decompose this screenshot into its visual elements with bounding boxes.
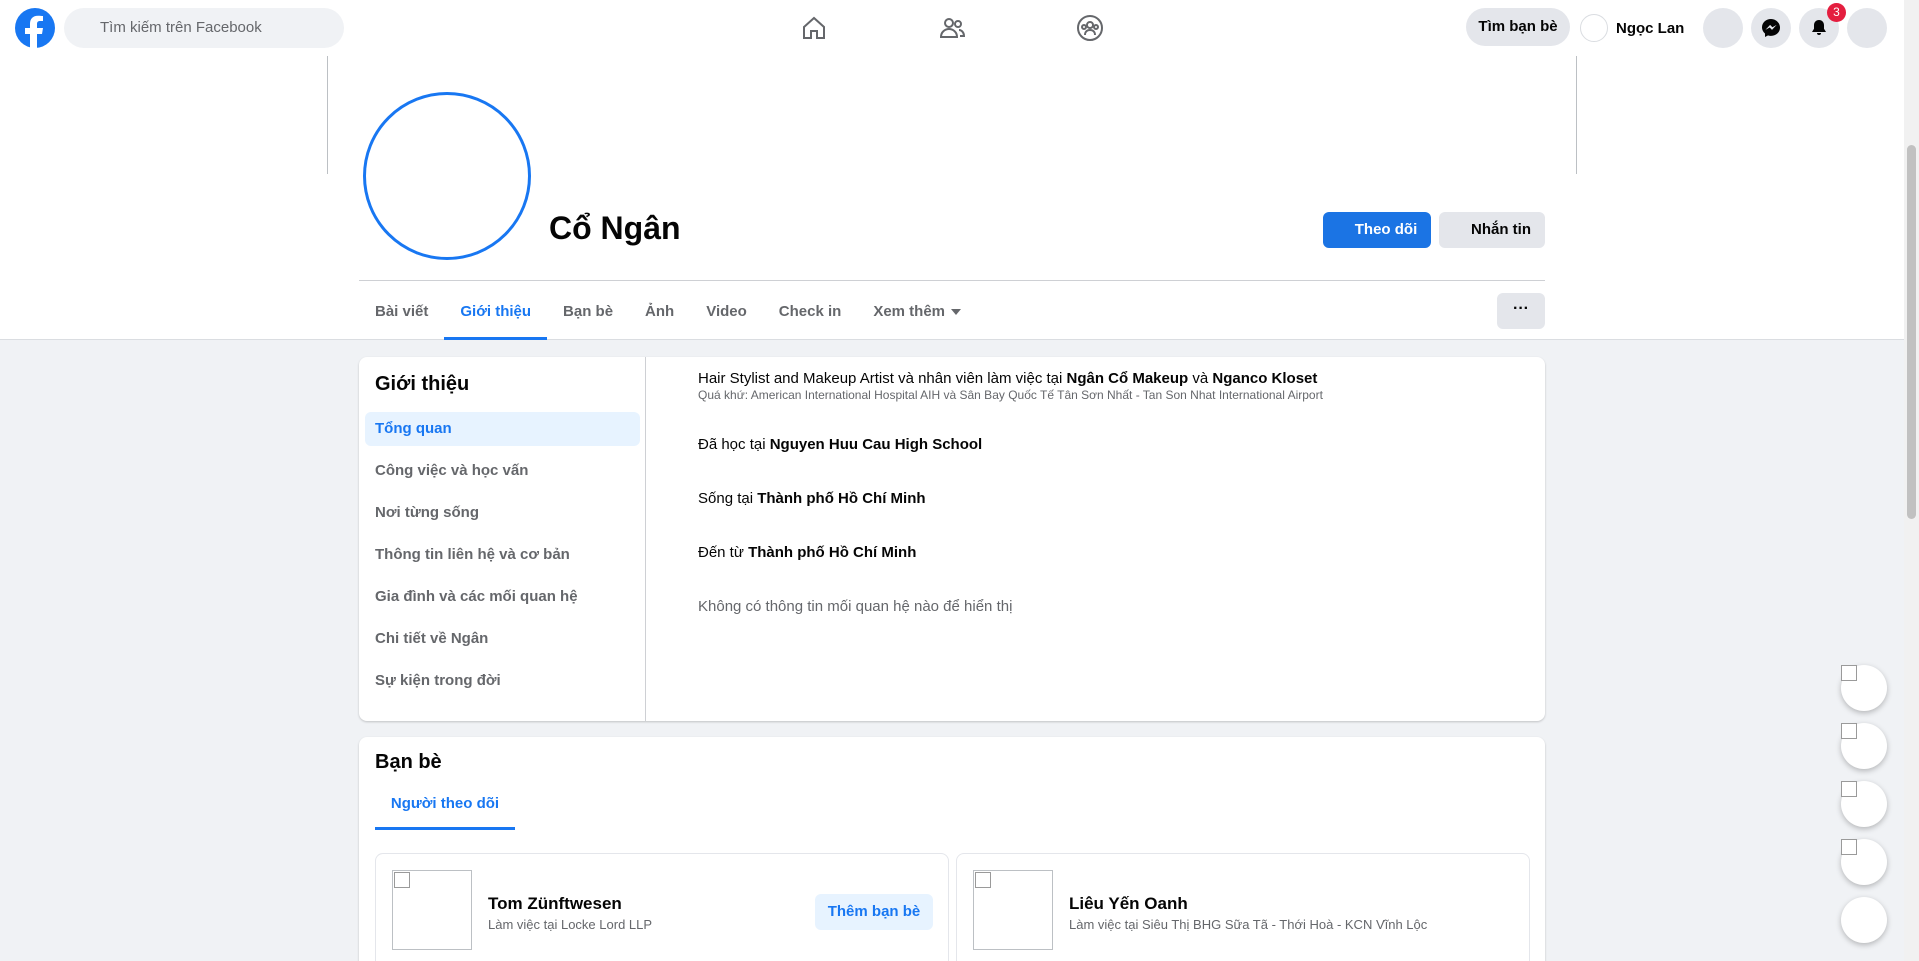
from-prefix: Đến từ (698, 544, 749, 561)
about-sidebar: Giới thiệu Tổng quan Công việc và học vấ… (359, 357, 646, 721)
broken-image-icon (1841, 781, 1857, 797)
user-name: Ngọc Lan (1616, 19, 1685, 37)
avatar (1580, 14, 1608, 42)
about-title: Giới thiệu (375, 373, 470, 395)
hometown-info: Đến từ Thành phố Hồ Chí Minh (698, 544, 916, 561)
tab-checkins[interactable]: Check in (763, 290, 858, 340)
friend-subtitle: Làm việc tại Siêu Thị BHG Sữa Tã - Thới … (1069, 917, 1428, 932)
work-prefix: Hair Stylist and Makeup Artist và nhân v… (698, 370, 1067, 387)
friend-card[interactable]: Liêu Yến Oanh Làm việc tại Siêu Thị BHG … (956, 853, 1530, 961)
tab-posts[interactable]: Bài viết (359, 290, 444, 340)
chat-head[interactable] (1841, 723, 1887, 769)
work-joiner: và (1188, 370, 1213, 387)
friend-subtitle: Làm việc tại Locke Lord LLP (488, 917, 653, 932)
add-friend-button[interactable]: Thêm bạn bè (815, 894, 933, 930)
caret-down-icon (951, 309, 962, 316)
broken-image-icon (394, 872, 410, 888)
scrollbar-thumb[interactable] (1907, 145, 1916, 519)
broken-image-icon (1841, 723, 1857, 739)
employer-link[interactable]: Ngân Cổ Makeup (1067, 370, 1189, 387)
tab-more[interactable]: Xem thêm (857, 290, 977, 340)
friends-icon[interactable] (934, 10, 970, 46)
city-link[interactable]: Thành phố Hồ Chí Minh (757, 490, 925, 507)
new-message-button[interactable] (1841, 897, 1887, 943)
tab-videos[interactable]: Video (690, 290, 763, 340)
home-icon[interactable] (796, 10, 832, 46)
current-city-info: Sống tại Thành phố Hồ Chí Minh (698, 490, 926, 507)
friend-name[interactable]: Liêu Yến Oanh (1069, 894, 1188, 914)
hometown-link[interactable]: Thành phố Hồ Chí Minh (748, 544, 916, 561)
about-nav-details[interactable]: Chi tiết về Ngân (365, 622, 640, 656)
message-button[interactable]: Nhắn tin (1439, 212, 1545, 248)
tab-friends[interactable]: Bạn bè (547, 290, 629, 340)
friend-card[interactable]: Tom Zünftwesen Làm việc tại Locke Lord L… (375, 853, 949, 961)
tab-followers[interactable]: Người theo dõi (375, 780, 515, 830)
friends-card: Bạn bè Người theo dõi Tom Zünftwesen Làm… (359, 737, 1545, 961)
cover-border (327, 56, 328, 174)
about-nav-work-education[interactable]: Công việc và học vấn (365, 454, 640, 488)
education-prefix: Đã học tại (698, 436, 770, 453)
chat-head[interactable] (1841, 665, 1887, 711)
menu-icon[interactable] (1703, 8, 1743, 48)
notification-badge: 3 (1827, 3, 1846, 22)
friend-name[interactable]: Tom Zünftwesen (488, 894, 622, 914)
profile-name: Cổ Ngân (549, 210, 681, 246)
relationship-empty: Không có thông tin mối quan hệ nào để hi… (698, 598, 1013, 615)
chat-head[interactable] (1841, 781, 1887, 827)
about-nav-family[interactable]: Gia đình và các mối quan hệ (365, 580, 640, 614)
top-navigation-bar: Tìm kiếm trên Facebook Tìm bạn bè Ngọc L… (0, 0, 1904, 56)
chat-head[interactable] (1841, 839, 1887, 885)
account-icon[interactable] (1847, 8, 1887, 48)
broken-image-icon (1841, 665, 1857, 681)
divider (359, 280, 1545, 281)
messenger-icon[interactable] (1751, 8, 1791, 48)
follow-button[interactable]: Theo dõi (1323, 212, 1431, 248)
groups-icon[interactable] (1072, 10, 1108, 46)
facebook-logo-icon[interactable] (15, 8, 55, 48)
tab-photos[interactable]: Ảnh (629, 290, 690, 340)
more-options-button[interactable]: ··· (1497, 293, 1545, 329)
tab-about[interactable]: Giới thiệu (444, 290, 547, 340)
about-nav-overview[interactable]: Tổng quan (365, 412, 640, 446)
cover-border (1576, 56, 1577, 174)
friends-title: Bạn bè (375, 751, 442, 773)
find-friends-button[interactable]: Tìm bạn bè (1466, 8, 1570, 46)
about-nav-contact[interactable]: Thông tin liên hệ và cơ bản (365, 538, 640, 572)
lives-prefix: Sống tại (698, 490, 758, 507)
school-link[interactable]: Nguyen Huu Cau High School (770, 436, 983, 453)
tab-more-label: Xem thêm (873, 303, 946, 320)
work-info: Hair Stylist and Makeup Artist và nhân v… (698, 370, 1317, 387)
friend-photo[interactable] (392, 870, 472, 950)
employer-link[interactable]: Nganco Kloset (1212, 370, 1317, 387)
search-input[interactable]: Tìm kiếm trên Facebook (64, 8, 344, 48)
about-card: Giới thiệu Tổng quan Công việc và học vấ… (359, 357, 1545, 721)
user-profile-chip[interactable]: Ngọc Lan (1580, 8, 1684, 48)
work-past: Quá khứ: American International Hospital… (698, 388, 1323, 402)
profile-picture[interactable] (363, 92, 531, 260)
about-nav-places[interactable]: Nơi từng sống (365, 496, 640, 530)
broken-image-icon (1841, 839, 1857, 855)
profile-tabs: Bài viết Giới thiệu Bạn bè Ảnh Video Che… (359, 290, 977, 340)
about-nav-life-events[interactable]: Sự kiện trong đời (365, 664, 640, 698)
broken-image-icon (975, 872, 991, 888)
education-info: Đã học tại Nguyen Huu Cau High School (698, 436, 982, 453)
friend-photo[interactable] (973, 870, 1053, 950)
